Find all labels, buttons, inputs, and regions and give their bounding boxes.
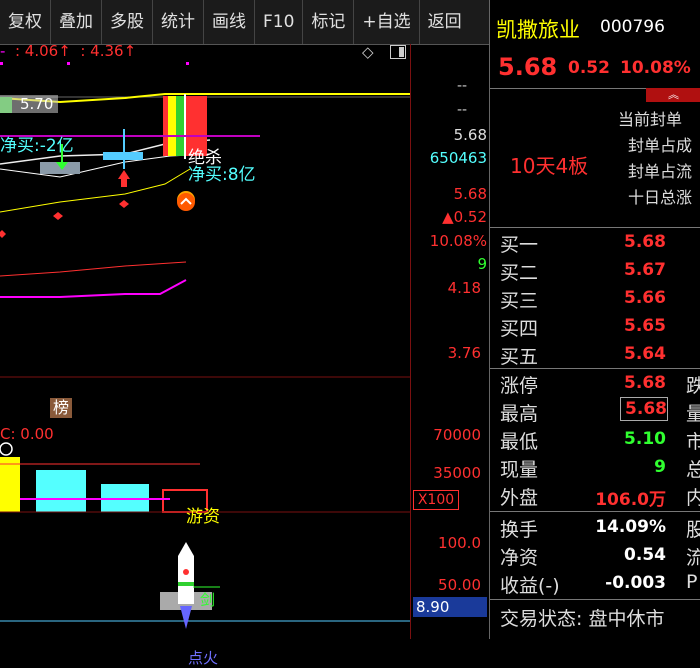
- rocket-flame-icon: [180, 606, 192, 629]
- axis-volume-now: 9: [477, 255, 487, 273]
- up-arrow-icon: [118, 170, 130, 179]
- ignite-label: 点火: [188, 649, 219, 667]
- cursor-value: 8.90: [413, 597, 487, 617]
- bid-price[interactable]: 5.65: [624, 316, 666, 336]
- toolbar-f10-button[interactable]: F10: [255, 0, 304, 44]
- stat-value: 5.10: [624, 429, 666, 449]
- volume-bar: [36, 470, 86, 512]
- stat-label: 最低: [500, 431, 539, 453]
- ma-dot: [67, 62, 70, 65]
- vol-axis-tick: 70000: [433, 426, 481, 444]
- info-icon: [0, 442, 13, 456]
- net-buy-annotation: 净买:-2亿: [0, 136, 74, 156]
- axis-price: 5.68: [453, 126, 487, 144]
- ma-dot: [0, 62, 3, 65]
- toolbar-add-watchlist-button[interactable]: +自选: [354, 0, 420, 44]
- axis-volume: 650463: [429, 149, 487, 167]
- seal-info: 十日总涨: [628, 188, 693, 207]
- bid-price[interactable]: 5.67: [624, 260, 666, 280]
- bid-price[interactable]: 5.68: [624, 232, 666, 252]
- seal-info: 当前封单: [618, 110, 683, 129]
- price-axis: -- -- 5.68 650463 5.68 ▲0.52 10.08% 9 4.…: [410, 44, 490, 639]
- stat-label: 涨停: [500, 375, 539, 397]
- price-change: 0.52: [568, 58, 610, 78]
- toolbar-multi-stock-button[interactable]: 多股: [102, 0, 153, 44]
- fund-label: 收益(-): [500, 575, 560, 597]
- toolbar-draw-line-button[interactable]: 画线: [204, 0, 255, 44]
- bid-label: 买三: [500, 290, 539, 312]
- stat-label: 外盘: [500, 487, 539, 509]
- fund-label: 净资: [500, 547, 539, 569]
- axis-change-pct: 10.08%: [429, 232, 487, 250]
- current-price: 5.68: [498, 53, 558, 81]
- trade-status: 交易状态: 盘中休市: [500, 608, 665, 630]
- fund-value: 14.09%: [595, 517, 666, 537]
- axis-tick: 3.76: [447, 344, 481, 362]
- ma-red-line: [0, 261, 187, 277]
- sword-label: 剑: [200, 591, 216, 609]
- volume-indicator: C: 0.00: [0, 425, 54, 443]
- toolbar-back-button[interactable]: 返回: [420, 0, 470, 44]
- price-change-pct: 10.08%: [620, 58, 691, 78]
- ma-magenta-line: [0, 279, 187, 298]
- collapse-button[interactable]: ︽: [646, 88, 700, 102]
- stat-value: 9: [654, 457, 666, 477]
- fund-value: 0.54: [624, 545, 666, 565]
- osc-axis-tick: 50.00: [438, 576, 481, 594]
- fund-label: 换手: [500, 519, 539, 541]
- vol-axis-tick: 35000: [433, 464, 481, 482]
- toolbar: 复权 叠加 多股 统计 画线 F10 标记 +自选 返回: [0, 0, 489, 45]
- toolbar-statistics-button[interactable]: 统计: [153, 0, 204, 44]
- board-tag: 10天4板: [510, 154, 589, 178]
- sell-signal-icon: [177, 193, 195, 211]
- stat-value-highlight[interactable]: 5.68: [620, 397, 668, 421]
- youzi-label: 游资: [186, 507, 220, 527]
- stat-value: 106.0万: [595, 490, 666, 510]
- ma-dot: [186, 62, 189, 65]
- bid-label: 买二: [500, 262, 539, 284]
- axis-tick: 4.18: [447, 279, 481, 297]
- toolbar-fuquan-button[interactable]: 复权: [0, 0, 51, 44]
- bid-label: 买四: [500, 318, 539, 340]
- ma-label: 5.70: [0, 95, 58, 113]
- bang-badge: 榜: [50, 398, 72, 418]
- diamond-marker: [119, 200, 129, 208]
- bid-label: 买一: [500, 234, 539, 256]
- kline-chart-area[interactable]: - : 4.06↑ : 4.36↑ ◇ 5.70 净买:-2亿 绝杀 净买:8亿…: [0, 42, 410, 667]
- stat-label: 现量: [500, 459, 539, 481]
- stock-code: 000796: [600, 17, 665, 37]
- bid-price[interactable]: 5.66: [624, 288, 666, 308]
- ma-yellow-low-line: [0, 168, 191, 213]
- bid-price[interactable]: 5.64: [624, 344, 666, 364]
- toolbar-overlay-button[interactable]: 叠加: [51, 0, 102, 44]
- seal-info: 封单占流: [628, 162, 693, 181]
- axis-close: 5.68: [453, 185, 487, 203]
- bid-label: 买五: [500, 346, 539, 368]
- diamond-marker: [53, 212, 63, 220]
- fund-value: -0.003: [605, 573, 666, 593]
- seal-info: 封单占成: [628, 136, 693, 155]
- axis-change: ▲0.52: [442, 208, 487, 226]
- stat-label: 最高: [500, 403, 539, 425]
- osc-axis-tick: 100.0: [438, 534, 481, 552]
- toolbar-mark-button[interactable]: 标记: [303, 0, 355, 44]
- vol-multiplier[interactable]: X100: [413, 490, 459, 510]
- net-buy-annotation-2: 净买:8亿: [188, 165, 256, 185]
- stock-name: 凯撒旅业: [496, 18, 580, 42]
- stat-value: 5.68: [624, 373, 666, 393]
- quote-panel: 凯撒旅业 000796 5.68 0.52 10.08% ︽ 10天4板 当前封…: [489, 0, 700, 639]
- volume-bar: [0, 457, 20, 512]
